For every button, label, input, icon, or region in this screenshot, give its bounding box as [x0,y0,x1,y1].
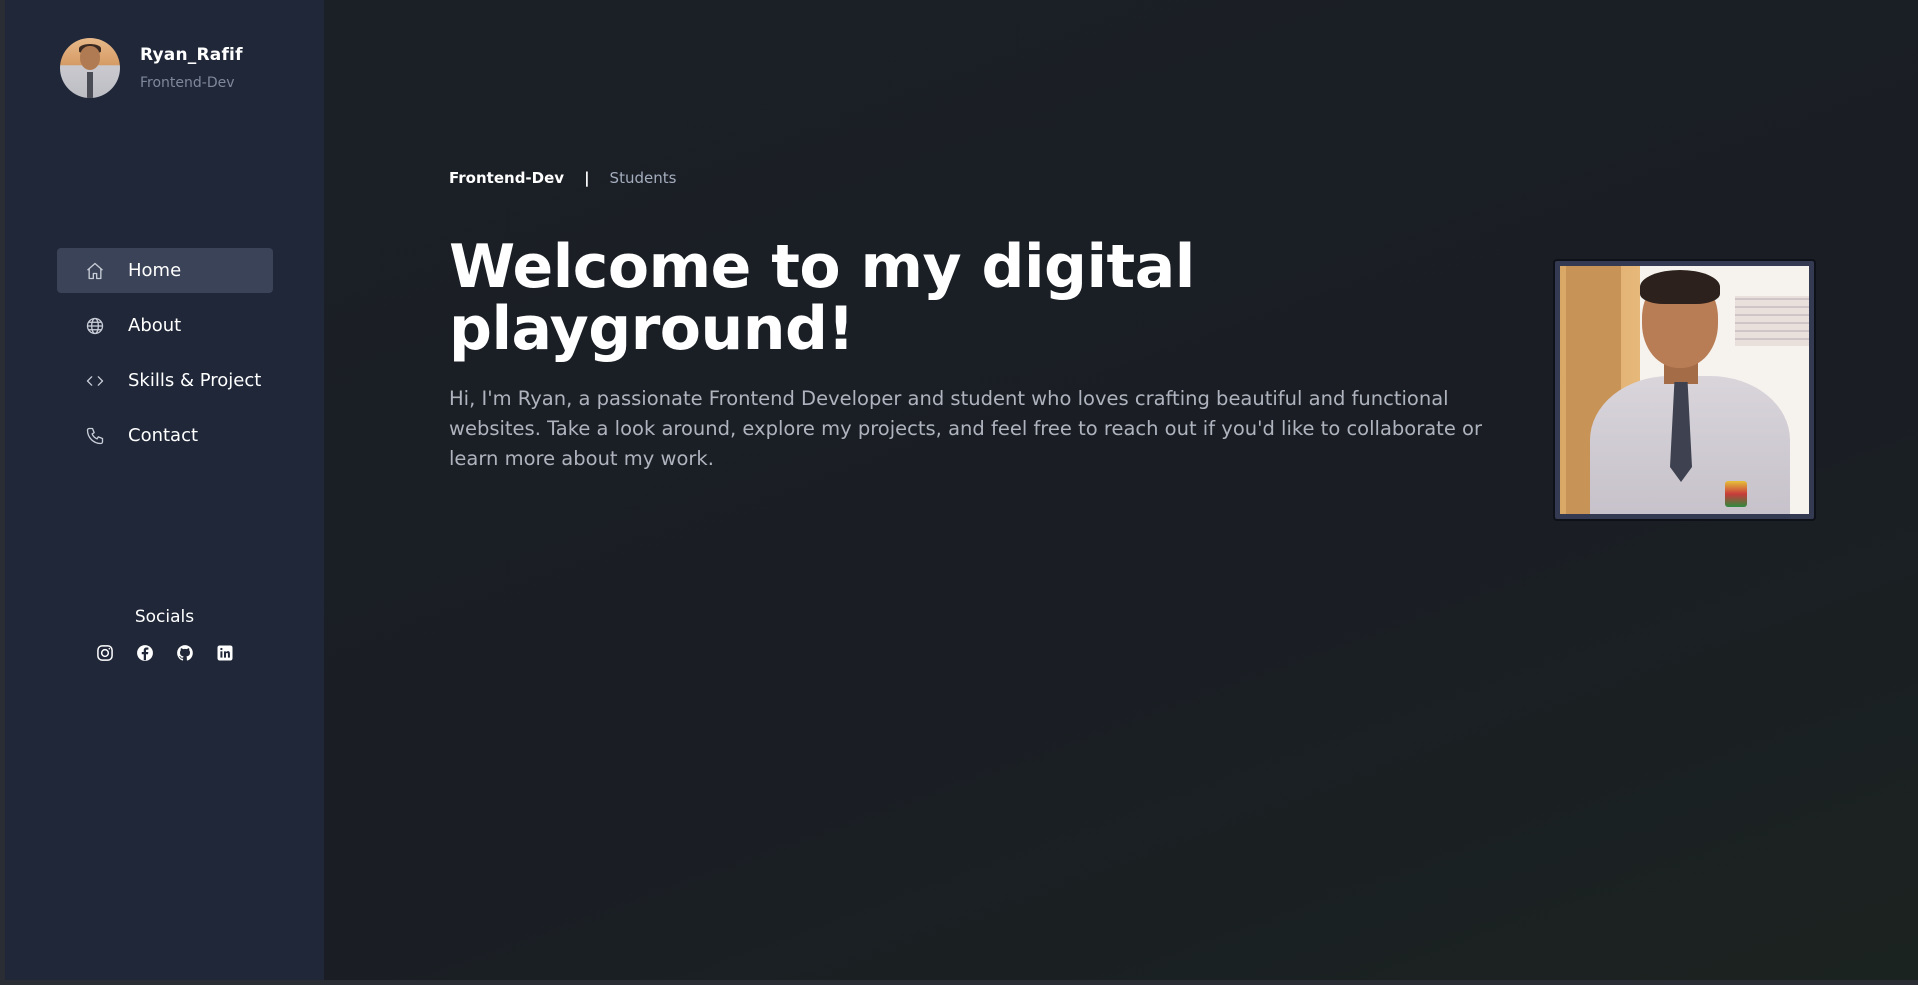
sidebar-item-home[interactable]: Home [57,248,273,293]
profile-card: Ryan_Rafif Frontend-Dev [60,38,243,98]
page-title: Welcome to my digital playground! [449,232,1195,364]
code-icon [84,370,106,392]
sidebar-item-skills-project[interactable]: Skills & Project [57,358,273,403]
linkedin-icon[interactable] [214,642,236,664]
breadcrumb: Frontend-Dev | Students [449,169,676,187]
profile-role: Frontend-Dev [140,75,235,91]
sidebar-nav: Home About Skills & Project Contact [57,248,273,468]
profile-photo-frame [1553,259,1816,521]
home-icon [84,260,106,282]
sidebar: Ryan_Rafif Frontend-Dev Home About Skill… [5,0,324,980]
avatar [60,38,120,98]
main-content: Frontend-Dev | Students Welcome to my di… [324,0,1918,980]
breadcrumb-primary: Frontend-Dev [449,169,565,187]
sidebar-item-label: Home [128,260,182,281]
profile-name: Ryan_Rafif [140,45,243,65]
sidebar-item-contact[interactable]: Contact [57,413,273,458]
globe-icon [84,315,106,337]
intro-text: Hi, I'm Ryan, a passionate Frontend Deve… [449,387,1482,470]
sidebar-item-about[interactable]: About [57,303,273,348]
github-icon[interactable] [174,642,196,664]
sidebar-item-label: Skills & Project [128,370,262,391]
sidebar-item-label: About [128,315,182,336]
breadcrumb-separator: | [584,169,590,187]
sidebar-item-label: Contact [128,425,199,446]
facebook-icon[interactable] [134,642,156,664]
breadcrumb-secondary: Students [609,169,677,187]
app-window: Ryan_Rafif Frontend-Dev Home About Skill… [5,0,1918,980]
profile-photo [1560,266,1809,514]
social-links [5,642,324,664]
phone-icon [84,425,106,447]
socials-section: Socials [5,607,324,664]
instagram-icon[interactable] [94,642,116,664]
socials-title: Socials [134,607,195,627]
